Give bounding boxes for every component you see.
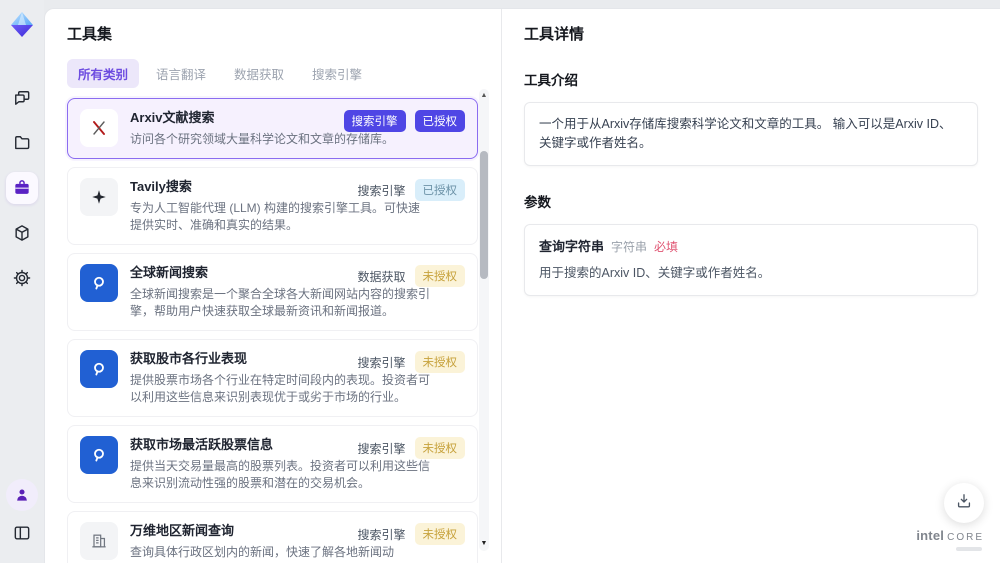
tool-category-tag: 搜索引擎 (357, 441, 406, 456)
tool-icon (80, 264, 118, 302)
intro-text: 一个用于从Arxiv存储库搜索科学论文和文章的工具。 输入可以是Arxiv ID… (539, 117, 952, 150)
tool-list: Arxiv文献搜索 访问各个研究领域大量科学论文和文章的存储库。 搜索引擎 已授… (67, 98, 478, 563)
params-list: 查询字符串 字符串 必填 用于搜索的Arxiv ID、关键字或作者姓名。 (524, 223, 978, 296)
main-surface: 工具集 所有类别 语言翻译 数据获取 搜索引擎 Arxiv文献搜索 访问各个研究领域大… (44, 8, 1000, 563)
cube-icon[interactable] (6, 217, 38, 249)
tool-icon (80, 522, 118, 560)
tool-auth-badge: 未授权 (414, 437, 465, 459)
intro-box: 一个用于从Arxiv存储库搜索科学论文和文章的工具。 输入可以是Arxiv ID… (524, 102, 978, 166)
tool-detail-pane: 工具详情 工具介绍 一个用于从Arxiv存储库搜索科学论文和文章的工具。 输入可… (501, 9, 1000, 563)
toolbox-icon[interactable] (6, 172, 38, 204)
gear-icon[interactable] (6, 262, 38, 294)
tool-card[interactable]: 全球新闻搜索 全球新闻搜索是一个聚合全球各大新闻网站内容的搜索引擎，帮助用户快速… (67, 253, 478, 331)
logo-subtext-smudge (956, 547, 982, 551)
tool-category-tag: 数据获取 (357, 269, 406, 284)
tool-auth-badge: 已授权 (414, 110, 465, 132)
tool-card[interactable]: Tavily搜索 专为人工智能代理 (LLM) 构建的搜索引擎工具。可快速提供实… (67, 167, 478, 245)
tool-icon (80, 109, 118, 147)
page-title: 工具集 (67, 26, 113, 43)
tool-icon (80, 436, 118, 474)
tool-category-tag: 搜索引擎 (357, 183, 406, 198)
parameter-required-badge: 必填 (654, 239, 679, 254)
tool-description: 全球新闻搜索是一个聚合全球各大新闻网站内容的搜索引擎，帮助用户快速获取全球最新资… (130, 287, 431, 318)
tool-list-scrollbar[interactable]: ▲ ▼ (479, 89, 489, 551)
tool-category-tag: 搜索引擎 (357, 527, 406, 542)
tool-auth-badge: 未授权 (414, 265, 465, 287)
tool-auth-badge: 已授权 (414, 179, 465, 201)
parameter-name: 查询字符串 (539, 238, 605, 254)
user-icon[interactable] (6, 479, 38, 511)
tool-category-tag: 搜索引擎 (343, 110, 406, 132)
folder-icon[interactable] (6, 127, 38, 159)
app-logo-gem-icon (7, 10, 37, 40)
category-tabs: 所有类别 语言翻译 数据获取 搜索引擎 (67, 59, 501, 88)
tool-card[interactable]: 获取股市各行业表现 提供股票市场各个行业在特定时间段内的表现。投资者可以利用这些… (67, 339, 478, 417)
download-button[interactable] (944, 483, 984, 523)
tool-card[interactable]: 获取市场最活跃股票信息 提供当天交易量最高的股票列表。投资者可以利用这些信息来识… (67, 425, 478, 503)
tool-auth-badge: 未授权 (414, 523, 465, 545)
chat-icon[interactable] (6, 82, 38, 114)
tool-card[interactable]: 万维地区新闻查询 查询具体行政区划内的新闻，快速了解各地新闻动 搜索引擎 未授权 (67, 511, 478, 563)
tab-category-3[interactable]: 搜索引擎 (301, 59, 373, 88)
download-icon (954, 491, 974, 516)
tool-list-pane: 工具集 所有类别 语言翻译 数据获取 搜索引擎 Arxiv文献搜索 访问各个研究领域大… (45, 9, 501, 563)
tool-auth-badge: 未授权 (414, 351, 465, 373)
intro-heading: 工具介绍 (524, 73, 578, 88)
scrollbar-thumb[interactable] (480, 151, 488, 279)
tool-category-tag: 搜索引擎 (357, 355, 406, 370)
tool-description: 查询具体行政区划内的新闻，快速了解各地新闻动 (130, 545, 395, 559)
core-logo-text: CORE (947, 532, 984, 543)
tool-icon (80, 350, 118, 388)
tool-description: 专为人工智能代理 (LLM) 构建的搜索引擎工具。可快速提供实时、准确和真实的结… (130, 201, 421, 232)
parameter-type: 字符串 (611, 239, 648, 254)
scroll-up-icon[interactable]: ▲ (479, 91, 489, 101)
panel-toggle-icon[interactable] (6, 517, 38, 549)
tool-description: 提供当天交易量最高的股票列表。投资者可以利用这些信息来识别流动性强的股票和潜在的… (130, 459, 431, 490)
tab-category-1[interactable]: 语言翻译 (145, 59, 217, 88)
intel-logo-text: intel (916, 528, 945, 543)
tool-description: 访问各个研究领域大量科学论文和文章的存储库。 (130, 132, 395, 146)
app-sidebar (0, 0, 44, 563)
intel-core-logo: intel CORE (916, 527, 984, 551)
parameter-description: 用于搜索的Arxiv ID、关键字或作者姓名。 (539, 266, 771, 280)
detail-title: 工具详情 (524, 26, 585, 43)
scroll-down-icon[interactable]: ▼ (479, 539, 489, 549)
params-heading: 参数 (524, 194, 551, 210)
parameter-card: 查询字符串 字符串 必填 用于搜索的Arxiv ID、关键字或作者姓名。 (524, 223, 978, 296)
tool-description: 提供股票市场各个行业在特定时间段内的表现。投资者可以利用这些信息来识别表现优于或… (130, 373, 431, 404)
tool-icon (80, 178, 118, 216)
tool-card[interactable]: Arxiv文献搜索 访问各个研究领域大量科学论文和文章的存储库。 搜索引擎 已授… (67, 98, 478, 159)
tab-category-0[interactable]: 所有类别 (67, 59, 140, 88)
tab-category-2[interactable]: 数据获取 (223, 59, 295, 88)
